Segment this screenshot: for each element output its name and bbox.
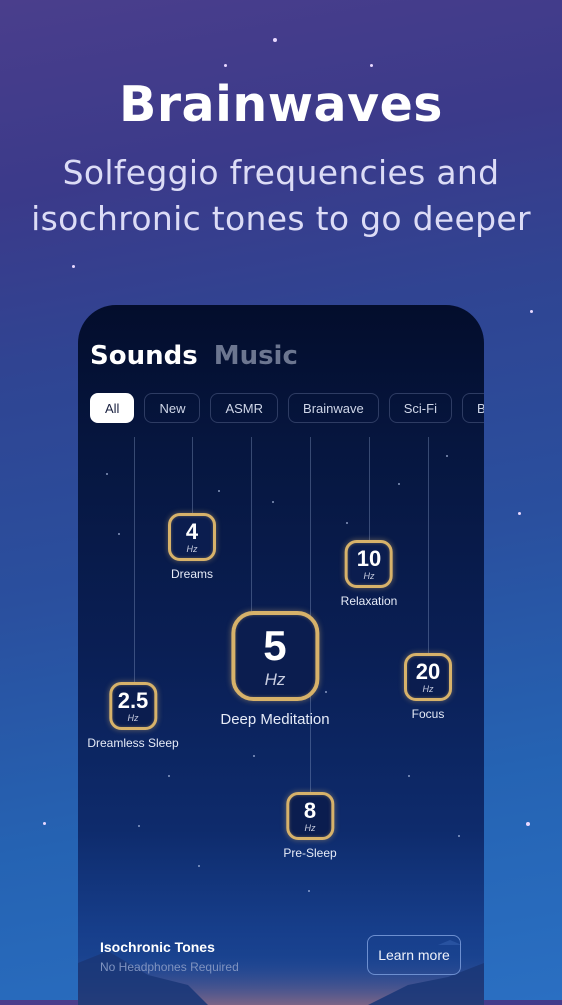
frequency-value: 8: [303, 797, 317, 823]
frequency-unit: Hz: [186, 543, 198, 554]
tab-music[interactable]: Music: [214, 341, 298, 371]
background-star: [370, 64, 373, 67]
star-dot: [138, 825, 140, 827]
background-star: [526, 822, 530, 826]
frequency-node-deep-meditation[interactable]: 5 Hz Deep Meditation: [220, 611, 330, 728]
thread-line: [428, 437, 429, 655]
filter-chips: All New ASMR Brainwave Sci-Fi Bab: [90, 393, 484, 423]
frequency-node-relaxation[interactable]: 10 Hz Relaxation: [340, 540, 398, 608]
star-dot: [253, 755, 255, 757]
frequency-unit: Hz: [304, 822, 316, 833]
frequency-badge: 10 Hz: [344, 540, 393, 588]
frequency-label: Relaxation: [340, 594, 398, 608]
filter-chip-asmr[interactable]: ASMR: [210, 393, 279, 423]
star-dot: [198, 865, 200, 867]
star-dot: [446, 455, 448, 457]
thread-line: [369, 437, 370, 542]
frequency-label: Focus: [411, 707, 445, 721]
frequency-unit: Hz: [264, 669, 286, 689]
star-dot: [218, 490, 220, 492]
promo-title: Isochronic Tones: [100, 939, 215, 955]
star-dot: [346, 522, 348, 524]
frequency-unit: Hz: [422, 683, 434, 694]
tab-sounds[interactable]: Sounds: [90, 341, 198, 371]
background-star: [224, 64, 227, 67]
filter-chip-new[interactable]: New: [144, 393, 201, 423]
frequency-node-focus[interactable]: 20 Hz Focus: [404, 653, 452, 721]
filter-chip-scifi[interactable]: Sci-Fi: [388, 393, 452, 423]
frequency-label: Deep Meditation: [220, 711, 330, 728]
star-dot: [118, 533, 120, 535]
thread-line: [251, 437, 252, 613]
promo-subtitle: No Headphones Required: [100, 960, 239, 974]
frequency-label: Pre-Sleep: [283, 846, 337, 860]
frequency-badge: 20 Hz: [404, 653, 452, 701]
frequency-node-pre-sleep[interactable]: 8 Hz Pre-Sleep: [283, 792, 337, 860]
star-dot: [168, 775, 170, 777]
filter-chip-brainwave[interactable]: Brainwave: [288, 393, 379, 423]
frequency-unit: Hz: [127, 712, 139, 723]
frequency-value: 5: [263, 621, 287, 669]
frequency-badge: 4 Hz: [168, 513, 216, 561]
frequency-label: Dreamless Sleep: [87, 736, 179, 750]
star-dot: [272, 501, 274, 503]
frequency-badge: 8 Hz: [286, 792, 334, 840]
background-star: [518, 512, 521, 515]
hero-title: Brainwaves: [119, 76, 443, 133]
hero-subtitle: Solfeggio frequencies and isochronic ton…: [0, 150, 562, 242]
learn-more-button[interactable]: Learn more: [367, 935, 461, 975]
phone-screen: Sounds Music All New ASMR Brainwave Sci-…: [78, 305, 484, 1005]
frequency-badge: 2.5 Hz: [109, 682, 157, 730]
tab-bar: Sounds Music: [90, 341, 298, 371]
star-dot: [398, 483, 400, 485]
frequency-node-dreamless-sleep[interactable]: 2.5 Hz Dreamless Sleep: [87, 682, 179, 750]
background-star: [43, 822, 46, 825]
star-dot: [308, 890, 310, 892]
hero-subtitle-line: isochronic tones to go deeper: [31, 199, 531, 238]
frequency-label: Dreams: [170, 567, 213, 581]
frequency-node-dreams[interactable]: 4 Hz Dreams: [168, 513, 216, 581]
hero-subtitle-line: Solfeggio frequencies and: [62, 153, 500, 192]
star-dot: [408, 775, 410, 777]
background-star: [72, 265, 75, 268]
star-dot: [458, 835, 460, 837]
frequency-value: 20: [415, 658, 441, 684]
filter-chip-baby[interactable]: Bab: [461, 393, 484, 423]
frequency-value: 10: [356, 545, 382, 571]
star-dot: [106, 473, 108, 475]
filter-chip-all[interactable]: All: [90, 393, 135, 423]
frequency-unit: Hz: [363, 570, 375, 581]
background-star: [530, 310, 533, 313]
thread-line: [134, 437, 135, 687]
frequency-value: 4: [185, 518, 199, 544]
frequency-badge-featured: 5 Hz: [230, 611, 319, 701]
thread-line: [192, 437, 193, 515]
background-star: [273, 38, 277, 42]
frequency-value: 2.5: [117, 687, 149, 713]
